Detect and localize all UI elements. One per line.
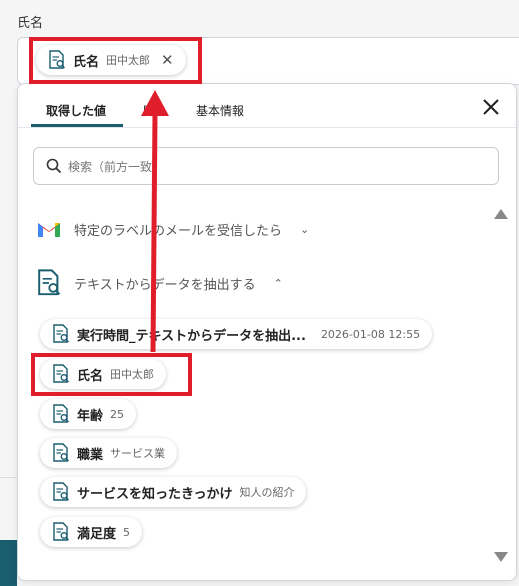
- document-search-icon: [52, 482, 70, 502]
- field-label: 氏名: [17, 16, 44, 31]
- group-label: テキストからデータを抽出する: [74, 277, 256, 293]
- scroll-up-arrow[interactable]: [494, 209, 508, 219]
- tab-acquired-values[interactable]: 取得した値: [46, 102, 106, 119]
- chip-value: 5: [123, 525, 131, 539]
- value-picker-panel: 取得した値 日 基本情報 検索（前方一致） 特定のラベルのメールを受信したら ⌄…: [17, 83, 517, 581]
- active-tab-indicator: [31, 124, 123, 127]
- search-placeholder: 検索（前方一致）: [68, 159, 165, 174]
- chip-value: 2026-01-08 12:55: [320, 327, 421, 341]
- chip-name: サービスを知ったきっかけ: [77, 486, 233, 502]
- tabs-divider: [18, 127, 516, 128]
- group-gmail-trigger[interactable]: 特定のラベルのメールを受信したら ⌄: [36, 219, 309, 239]
- chip-name: 職業: [77, 447, 104, 463]
- value-chip[interactable]: サービスを知ったきっかけ 知人の紹介: [40, 477, 307, 507]
- group-label: 特定のラベルのメールを受信したら: [74, 223, 283, 239]
- document-search-icon: [36, 269, 62, 297]
- highlight-box-target: [29, 37, 202, 84]
- highlight-box-source: [31, 353, 192, 396]
- divider: [0, 477, 17, 478]
- search-icon: [46, 158, 62, 174]
- close-icon[interactable]: [480, 96, 502, 118]
- value-chip[interactable]: 実行時間_テキストからデータを抽出... 2026-01-08 12:55: [40, 319, 433, 349]
- document-search-icon: [52, 404, 70, 424]
- scroll-down-arrow[interactable]: [494, 552, 508, 562]
- gmail-icon: [38, 223, 60, 237]
- chip-value: 25: [110, 407, 125, 421]
- group-extract-text[interactable]: テキストからデータを抽出する ⌃: [36, 269, 283, 297]
- tab-date[interactable]: 日: [142, 102, 154, 119]
- chip-name: 満足度: [77, 526, 117, 542]
- action-button[interactable]: [0, 540, 17, 586]
- search-input[interactable]: 検索（前方一致）: [33, 147, 499, 185]
- value-chip[interactable]: 職業 サービス業: [40, 438, 178, 468]
- document-search-icon: [52, 443, 70, 463]
- chevron-up-icon[interactable]: ⌃: [274, 277, 283, 290]
- document-search-icon: [52, 324, 70, 344]
- chip-name: 年齢: [77, 408, 104, 424]
- chip-value: 知人の紹介: [239, 486, 295, 499]
- chip-value: サービス業: [110, 447, 166, 460]
- value-chip[interactable]: 満足度 5: [40, 517, 143, 547]
- document-search-icon: [52, 522, 70, 542]
- tab-basic-info[interactable]: 基本情報: [196, 102, 244, 119]
- value-chip[interactable]: 年齢 25: [40, 399, 137, 429]
- chevron-down-icon[interactable]: ⌄: [300, 223, 309, 236]
- chip-name: 実行時間_テキストからデータを抽出...: [77, 328, 306, 344]
